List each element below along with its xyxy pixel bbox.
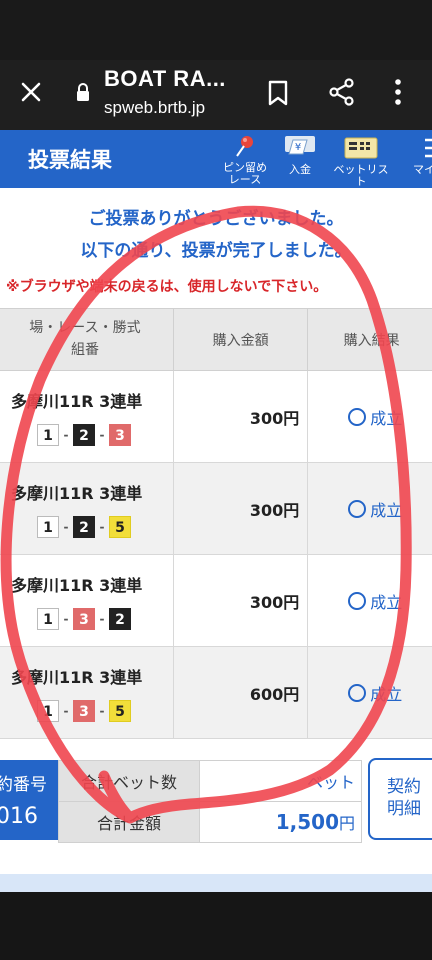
contract-number-label: 約番号 <box>0 775 47 795</box>
result-text: 成立 <box>370 500 403 520</box>
combo-boxes: 1- 2- 5 <box>37 515 172 538</box>
page-title: 投票結果 <box>28 148 112 172</box>
total-amount-value: 1,500 <box>275 810 339 834</box>
result-cell: 成立 <box>307 554 432 647</box>
boat-number: 3 <box>109 423 131 446</box>
boat-number: 5 <box>109 699 131 722</box>
bet-count-label: 合計ベット数 <box>58 760 200 802</box>
lock-icon <box>76 82 90 102</box>
browser-toolbar: BOAT RA... spweb.brtb.jp <box>0 60 432 130</box>
table-row: 多摩川11R 3連単 1- 3- 2 300円 成立 <box>0 554 432 647</box>
circle-icon <box>348 683 367 702</box>
amount-cell: 300円 <box>172 554 309 647</box>
warning-message: ※ブラウザや端末の戻るは、使用しないで下さい。 <box>6 279 328 295</box>
deposit-icon: ¥ <box>285 136 315 155</box>
circle-icon <box>348 591 367 610</box>
race-cell: 多摩川11R 3連単 1- 2- 3 <box>0 370 174 463</box>
circle-icon <box>348 407 367 426</box>
boat-number: 1 <box>37 699 59 722</box>
boat-number: 3 <box>73 699 95 722</box>
column-header-result: 購入結果 <box>307 308 432 371</box>
combo-boxes: 1- 2- 3 <box>37 423 172 446</box>
summary-table: 合計ベット数 ベット 合計金額 1,500円 <box>58 760 362 843</box>
site-url[interactable]: spweb.brtb.jp <box>104 98 205 118</box>
result-text: 成立 <box>370 408 403 428</box>
contract-detail-button[interactable]: 契約 明細 <box>368 758 432 840</box>
mypage-button[interactable]: マイ <box>404 134 432 176</box>
system-navigation-bar <box>0 892 432 960</box>
boat-number: 3 <box>73 607 95 630</box>
page-bottom-band <box>0 874 432 892</box>
betlist-label: ベットリスト <box>333 163 389 188</box>
race-cell: 多摩川11R 3連単 1- 3- 2 <box>0 554 174 647</box>
race-name: 多摩川11R 3連単 <box>11 575 143 595</box>
result-text: 成立 <box>370 684 403 704</box>
site-title: BOAT RA... <box>104 66 226 91</box>
mypage-label: マイ <box>413 163 432 176</box>
race-cell: 多摩川11R 3連単 1- 2- 5 <box>0 462 174 555</box>
bet-count-value: ベット <box>199 760 362 802</box>
table-row: 多摩川11R 3連単 1- 2- 3 300円 成立 <box>0 370 432 463</box>
table-row: 多摩川11R 3連単 1- 2- 5 300円 成立 <box>0 462 432 555</box>
thanks-message: ご投票ありがとうございました。 <box>88 209 344 229</box>
amount-cell: 300円 <box>172 370 309 463</box>
pin-label-line2: レース <box>228 173 262 186</box>
race-name: 多摩川11R 3連単 <box>11 391 143 411</box>
complete-message: 以下の通り、投票が完了しました。 <box>80 241 352 261</box>
svg-text:¥: ¥ <box>295 142 301 153</box>
contract-detail-line1: 契約 <box>387 777 421 797</box>
summary-section: 約番号 016 合計ベット数 ベット 合計金額 1,500円 契約 明細 <box>0 754 432 854</box>
pin-race-button[interactable]: ピン留め レース <box>218 134 272 186</box>
combo-boxes: 1- 3- 5 <box>37 699 172 722</box>
boat-number: 2 <box>73 515 95 538</box>
result-text: 成立 <box>370 592 403 612</box>
betlist-icon <box>344 137 378 159</box>
amount-cell: 600円 <box>172 646 309 739</box>
boat-number: 1 <box>37 515 59 538</box>
amount-cell: 300円 <box>172 462 309 555</box>
share-icon[interactable] <box>328 78 356 110</box>
column-header-race-line1: 場・レース・勝式 <box>29 319 141 336</box>
result-cell: 成立 <box>307 462 432 555</box>
table-row: 多摩川11R 3連単 1- 3- 5 600円 成立 <box>0 646 432 739</box>
status-bar <box>0 0 432 60</box>
contract-number-value: 016 <box>0 804 38 829</box>
web-page: 投票結果 ピン留め レース ¥ 入金 ベットリスト マイ ご投票ありがとうござい… <box>0 130 432 892</box>
contract-number-box: 約番号 016 <box>0 760 58 840</box>
column-header-race: 場・レース・勝式 組番 <box>0 308 174 371</box>
bet-results-table: 場・レース・勝式 組番 購入金額 購入結果 多摩川11R 3連単 1- 2- 3… <box>0 308 432 739</box>
result-cell: 成立 <box>307 646 432 739</box>
total-amount-label: 合計金額 <box>58 801 200 843</box>
race-name: 多摩川11R 3連単 <box>11 667 143 687</box>
race-name: 多摩川11R 3連単 <box>11 483 143 503</box>
page-header: 投票結果 ピン留め レース ¥ 入金 ベットリスト マイ <box>0 130 432 188</box>
boat-number: 2 <box>73 423 95 446</box>
total-amount-unit: 円 <box>338 814 355 833</box>
more-vert-icon[interactable] <box>392 78 404 110</box>
deposit-button[interactable]: ¥ 入金 <box>280 134 320 176</box>
circle-icon <box>348 499 367 518</box>
bookmark-icon[interactable] <box>266 80 290 110</box>
betlist-button[interactable]: ベットリスト <box>330 134 392 188</box>
hamburger-icon <box>425 138 432 158</box>
result-cell: 成立 <box>307 370 432 463</box>
close-icon[interactable] <box>20 80 42 108</box>
contract-detail-line2: 明細 <box>387 799 421 819</box>
boat-number: 5 <box>109 515 131 538</box>
race-cell: 多摩川11R 3連単 1- 3- 5 <box>0 646 174 739</box>
deposit-label: 入金 <box>289 163 311 176</box>
pin-icon <box>236 136 253 157</box>
combo-boxes: 1- 3- 2 <box>37 607 172 630</box>
column-header-race-line2: 組番 <box>70 341 99 358</box>
boat-number: 1 <box>37 423 59 446</box>
column-header-amount: 購入金額 <box>172 308 309 371</box>
boat-number: 2 <box>109 607 131 630</box>
boat-number: 1 <box>37 607 59 630</box>
total-amount-cell: 1,500円 <box>199 801 362 843</box>
